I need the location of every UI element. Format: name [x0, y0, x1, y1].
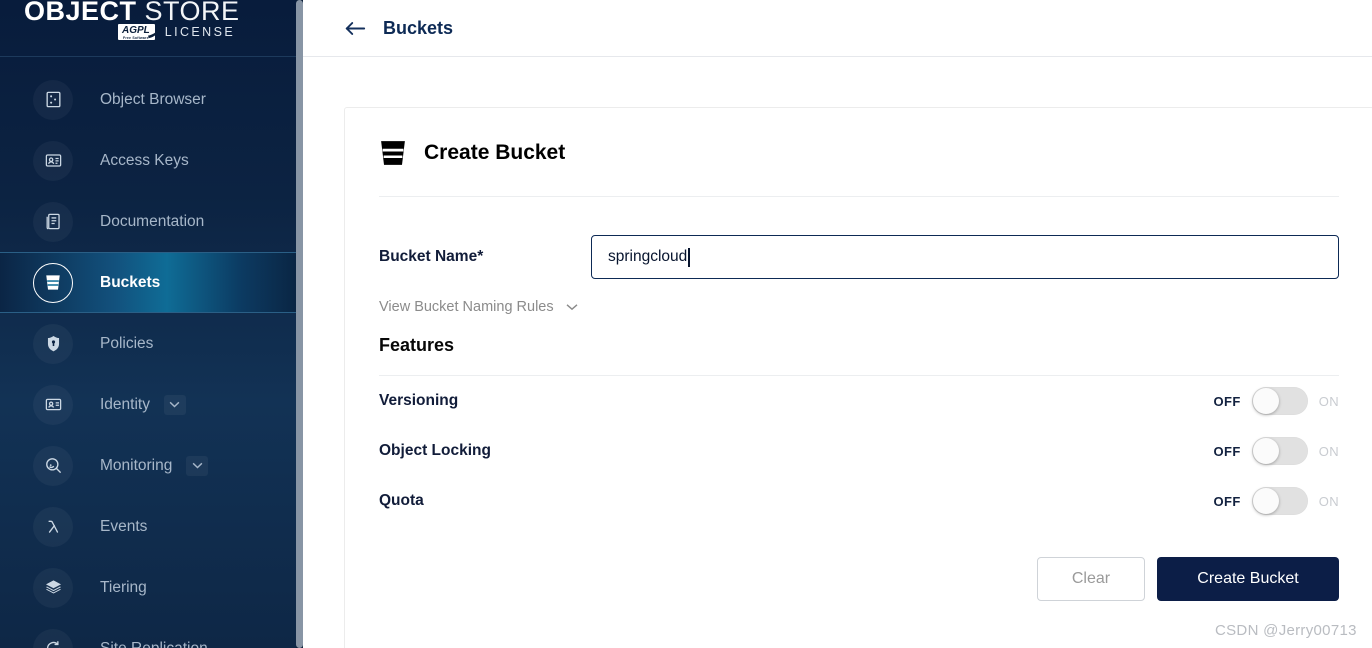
agpl-badge-text: AGPL [122, 25, 150, 36]
bucket-name-row: Bucket Name* springcloud [379, 235, 1339, 279]
bucket-name-value: springcloud [608, 248, 688, 265]
sidebar-item-documentation[interactable]: Documentation [0, 191, 303, 252]
quota-toggle-group: OFF ON [1213, 487, 1339, 515]
sidebar-item-tiering[interactable]: Tiering [0, 557, 303, 618]
sidebar-nav: Object Browser Access Keys Documentation… [0, 57, 303, 648]
card-divider [379, 196, 1339, 197]
clear-button[interactable]: Clear [1037, 557, 1145, 601]
sidebar-scrollbar-track[interactable] [296, 0, 303, 648]
versioning-toggle-group: OFF ON [1213, 387, 1339, 415]
license-label: LICENSE [164, 25, 236, 39]
license-row: AGPL Free Software LICENSE [118, 24, 235, 40]
feature-label: Quota [379, 492, 424, 509]
chevron-down-icon[interactable] [163, 394, 186, 415]
sidebar-item-label: Object Browser [100, 90, 206, 108]
site-replication-icon [33, 628, 73, 648]
toggle-knob [1252, 388, 1279, 414]
brand-name: OBJECT STORE [24, 0, 240, 27]
tiering-layers-icon [33, 567, 73, 608]
bucket-icon [381, 141, 405, 165]
view-bucket-naming-rules[interactable]: View Bucket Naming Rules [379, 299, 1339, 315]
bucket-name-label: Bucket Name* [379, 248, 484, 265]
brand-name-light: STORE [136, 0, 240, 26]
events-lambda-icon [33, 506, 73, 547]
sidebar-item-label: Tiering [100, 578, 147, 596]
chevron-down-icon[interactable] [566, 299, 578, 315]
object-locking-toggle-group: OFF ON [1213, 437, 1339, 465]
page-title: Buckets [383, 17, 454, 38]
sidebar-item-label: Policies [100, 334, 154, 352]
naming-rules-label: View Bucket Naming Rules [379, 299, 554, 315]
sidebar-item-label: Identity [100, 395, 150, 413]
back-arrow-icon[interactable] [344, 21, 366, 36]
sidebar-item-identity[interactable]: Identity [0, 374, 303, 435]
versioning-toggle[interactable] [1251, 387, 1308, 415]
sidebar-item-buckets[interactable]: Buckets [0, 252, 303, 313]
create-bucket-button[interactable]: Create Bucket [1157, 557, 1339, 601]
monitoring-icon [33, 445, 73, 486]
sidebar-item-site-replication[interactable]: Site Replication [0, 618, 303, 648]
create-bucket-card: Create Bucket Bucket Name* springcloud V… [344, 107, 1372, 648]
toggle-knob [1252, 488, 1279, 514]
object-locking-toggle[interactable] [1251, 437, 1308, 465]
policies-icon [33, 323, 73, 364]
page-content: Create Bucket Bucket Name* springcloud V… [303, 57, 1372, 648]
brand-logo: OBJECT STORE AGPL Free Software LICENSE [0, 0, 303, 57]
sidebar-item-label: Documentation [100, 212, 205, 230]
sidebar-item-label: Site Replication [100, 639, 208, 648]
watermark: CSDN @Jerry00713 [1215, 622, 1357, 639]
sidebar-item-label: Events [100, 517, 148, 535]
toggle-on-label: ON [1318, 493, 1339, 509]
sidebar-item-events[interactable]: Events [0, 496, 303, 557]
card-actions: Clear Create Bucket [379, 557, 1339, 601]
toggle-on-label: ON [1318, 393, 1339, 409]
agpl-badge: AGPL Free Software [118, 24, 162, 40]
agpl-swoosh-icon [147, 25, 162, 39]
toggle-off-label: OFF [1213, 443, 1241, 459]
app-root: OBJECT STORE AGPL Free Software LICENSE [0, 0, 1372, 648]
object-browser-icon [33, 79, 73, 120]
feature-row-object-locking: Object Locking OFF ON [379, 426, 1339, 476]
feature-row-quota: Quota OFF ON [379, 476, 1339, 526]
documentation-icon [33, 201, 73, 242]
card-title: Create Bucket [424, 141, 566, 164]
sidebar-item-object-browser[interactable]: Object Browser [0, 69, 303, 130]
feature-row-versioning: Versioning OFF ON [379, 376, 1339, 426]
feature-label: Object Locking [379, 442, 491, 459]
sidebar-item-access-keys[interactable]: Access Keys [0, 130, 303, 191]
sidebar-item-monitoring[interactable]: Monitoring [0, 435, 303, 496]
features-heading: Features [379, 335, 455, 355]
bucket-icon [33, 262, 73, 303]
sidebar-scrollbar-thumb[interactable] [296, 0, 303, 648]
card-header: Create Bucket [379, 138, 1339, 168]
sidebar-item-label: Monitoring [100, 456, 173, 474]
feature-label: Versioning [379, 392, 459, 409]
bucket-name-input[interactable]: springcloud [591, 235, 1339, 279]
chevron-down-icon[interactable] [186, 455, 209, 476]
brand-name-bold: OBJECT [24, 0, 137, 26]
identity-icon [33, 384, 73, 425]
toggle-off-label: OFF [1213, 393, 1241, 409]
sidebar-item-label: Access Keys [100, 151, 189, 169]
toggle-knob [1252, 438, 1279, 464]
sidebar: OBJECT STORE AGPL Free Software LICENSE [0, 0, 303, 648]
sidebar-item-policies[interactable]: Policies [0, 313, 303, 374]
text-caret [688, 247, 690, 267]
sidebar-item-label: Buckets [100, 273, 161, 291]
main-area: Buckets Create Bucket Bucket Name* sprin… [303, 0, 1372, 648]
access-keys-icon [33, 140, 73, 181]
quota-toggle[interactable] [1251, 487, 1308, 515]
toggle-on-label: ON [1318, 443, 1339, 459]
toggle-off-label: OFF [1213, 493, 1241, 509]
page-header: Buckets [303, 0, 1372, 57]
agpl-badge-subtext: Free Software [123, 36, 149, 40]
